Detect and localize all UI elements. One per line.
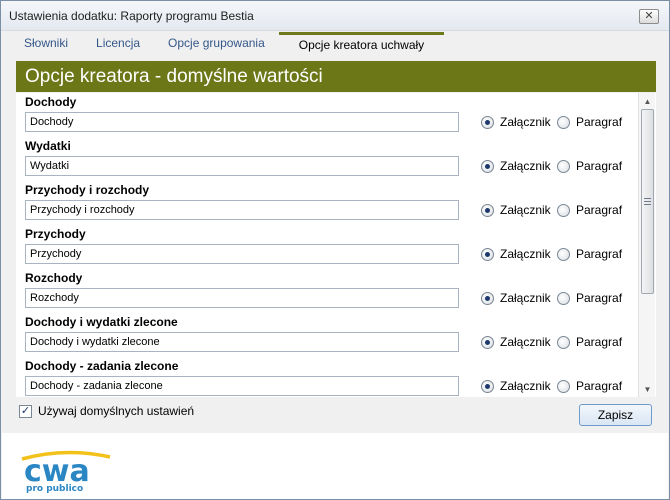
option-row: Dochody Załącznik Paragraf: [16, 93, 636, 137]
option-name-input[interactable]: [25, 156, 459, 176]
option-row: Rozchody Załącznik Paragraf: [16, 269, 636, 313]
scroll-down-icon[interactable]: ▼: [640, 381, 655, 397]
paragraph-radio[interactable]: [557, 335, 570, 349]
scroll-up-icon[interactable]: ▲: [640, 93, 655, 109]
attachment-radio[interactable]: [481, 159, 494, 173]
paragraph-radio-label: Paragraf: [576, 159, 623, 173]
paragraph-radio[interactable]: [557, 115, 570, 129]
paragraph-radio-label: Paragraf: [576, 379, 623, 393]
use-defaults-checkbox[interactable]: ✓: [19, 404, 32, 418]
paragraph-radio-label: Paragraf: [576, 203, 623, 217]
attachment-radio[interactable]: [481, 203, 494, 217]
paragraph-radio-option[interactable]: Paragraf: [557, 244, 622, 264]
checkmark-icon: ✓: [20, 404, 31, 417]
attachment-radio[interactable]: [481, 115, 494, 129]
radio-selected-dot: [485, 339, 490, 345]
vertical-scrollbar[interactable]: ▲ ▼: [638, 93, 655, 397]
option-name-input[interactable]: [25, 112, 459, 132]
radio-selected-dot: [485, 163, 490, 169]
attachment-radio-label: Załącznik: [500, 247, 551, 261]
attachment-radio-label: Załącznik: [500, 335, 551, 349]
paragraph-radio[interactable]: [557, 203, 570, 217]
option-row: Dochody - zadania zlecone Załącznik Paragr…: [16, 357, 636, 397]
radio-selected-dot: [485, 119, 490, 125]
option-label: Przychody: [25, 227, 86, 241]
attachment-radio-label: Załącznik: [500, 159, 551, 173]
option-label: Przychody i rozchody: [25, 183, 150, 197]
option-label: Wydatki: [25, 139, 71, 153]
use-defaults-option[interactable]: ✓ Używaj domyślnych ustawień: [19, 404, 194, 418]
radio-selected-dot: [485, 295, 490, 301]
grip-icon: [644, 198, 651, 205]
paragraph-radio-option[interactable]: Paragraf: [557, 288, 622, 308]
close-button[interactable]: ✕: [639, 9, 659, 24]
paragraph-radio-option[interactable]: Paragraf: [557, 156, 622, 176]
paragraph-radio[interactable]: [557, 159, 570, 173]
tab-slowniki[interactable]: Słowniki: [16, 32, 82, 54]
paragraph-radio-label: Paragraf: [576, 335, 623, 349]
option-row: Przychody i rozchody Załącznik Paragraf: [16, 181, 636, 225]
attachment-radio-label: Załącznik: [500, 291, 551, 305]
paragraph-radio[interactable]: [557, 291, 570, 305]
tab-bar: Słowniki Licencja Opcje grupowania Opcje…: [16, 31, 652, 54]
use-defaults-label: Używaj domyślnych ustawień: [38, 404, 195, 418]
attachment-radio-label: Załącznik: [500, 203, 551, 217]
paragraph-radio-option[interactable]: Paragraf: [557, 332, 622, 352]
option-row: Wydatki Załącznik Paragraf: [16, 137, 636, 181]
tab-opcje-grupowania[interactable]: Opcje grupowania: [154, 32, 279, 54]
paragraph-radio[interactable]: [557, 247, 570, 261]
radio-selected-dot: [485, 251, 490, 257]
attachment-radio-label: Załącznik: [500, 379, 551, 393]
paragraph-radio-option[interactable]: Paragraf: [557, 200, 622, 220]
radio-selected-dot: [485, 207, 490, 213]
option-name-input[interactable]: [25, 376, 459, 396]
option-name-input[interactable]: [25, 200, 459, 220]
title-bar: Ustawienia dodatku: Raporty programu Bes…: [1, 1, 669, 31]
section-header: Opcje kreatora - domyślne wartości: [16, 61, 656, 92]
radio-selected-dot: [485, 383, 490, 389]
option-name-input[interactable]: [25, 288, 459, 308]
tab-licencja[interactable]: Licencja: [82, 32, 154, 54]
option-name-input[interactable]: [25, 332, 459, 352]
option-label: Dochody i wydatki zlecone: [25, 315, 178, 329]
paragraph-radio-option[interactable]: Paragraf: [557, 376, 622, 396]
paragraph-radio-option[interactable]: Paragraf: [557, 112, 622, 132]
option-label: Dochody: [25, 95, 77, 109]
paragraph-radio-label: Paragraf: [576, 247, 623, 261]
footer: cwa pro publico: [2, 433, 668, 499]
close-icon: ✕: [644, 10, 654, 22]
paragraph-radio[interactable]: [557, 379, 570, 393]
options-panel: Dochody Załącznik Paragraf Wydatki Załącznik…: [16, 93, 656, 397]
attachment-radio-option[interactable]: Załącznik: [481, 376, 551, 396]
option-label: Rozchody: [25, 271, 83, 285]
option-name-input[interactable]: [25, 244, 459, 264]
attachment-radio-option[interactable]: Załącznik: [481, 288, 551, 308]
paragraph-radio-label: Paragraf: [576, 291, 623, 305]
cwa-logo: cwa pro publico: [21, 450, 111, 493]
attachment-radio-option[interactable]: Załącznik: [481, 112, 551, 132]
settings-window: Ustawienia dodatku: Raporty programu Bes…: [0, 0, 670, 500]
attachment-radio-option[interactable]: Załącznik: [481, 156, 551, 176]
scroll-thumb[interactable]: [641, 109, 654, 294]
tab-opcje-kreatora-uchwaly[interactable]: Opcje kreatora uchwały: [278, 32, 445, 54]
window-title: Ustawienia dodatku: Raporty programu Bes…: [9, 8, 254, 23]
attachment-radio-option[interactable]: Załącznik: [481, 244, 551, 264]
attachment-radio[interactable]: [481, 291, 494, 305]
attachment-radio-option[interactable]: Załącznik: [481, 332, 551, 352]
option-row: Dochody i wydatki zlecone Załącznik Paragr…: [16, 313, 636, 357]
attachment-radio-option[interactable]: Załącznik: [481, 200, 551, 220]
save-button[interactable]: Zapisz: [579, 404, 652, 426]
attachment-radio[interactable]: [481, 379, 494, 393]
paragraph-radio-label: Paragraf: [576, 115, 623, 129]
attachment-radio[interactable]: [481, 247, 494, 261]
option-row: Przychody Załącznik Paragraf: [16, 225, 636, 269]
attachment-radio[interactable]: [481, 335, 494, 349]
option-label: Dochody - zadania zlecone: [25, 359, 179, 373]
logo-tagline: pro publico: [26, 484, 83, 493]
attachment-radio-label: Załącznik: [500, 115, 551, 129]
